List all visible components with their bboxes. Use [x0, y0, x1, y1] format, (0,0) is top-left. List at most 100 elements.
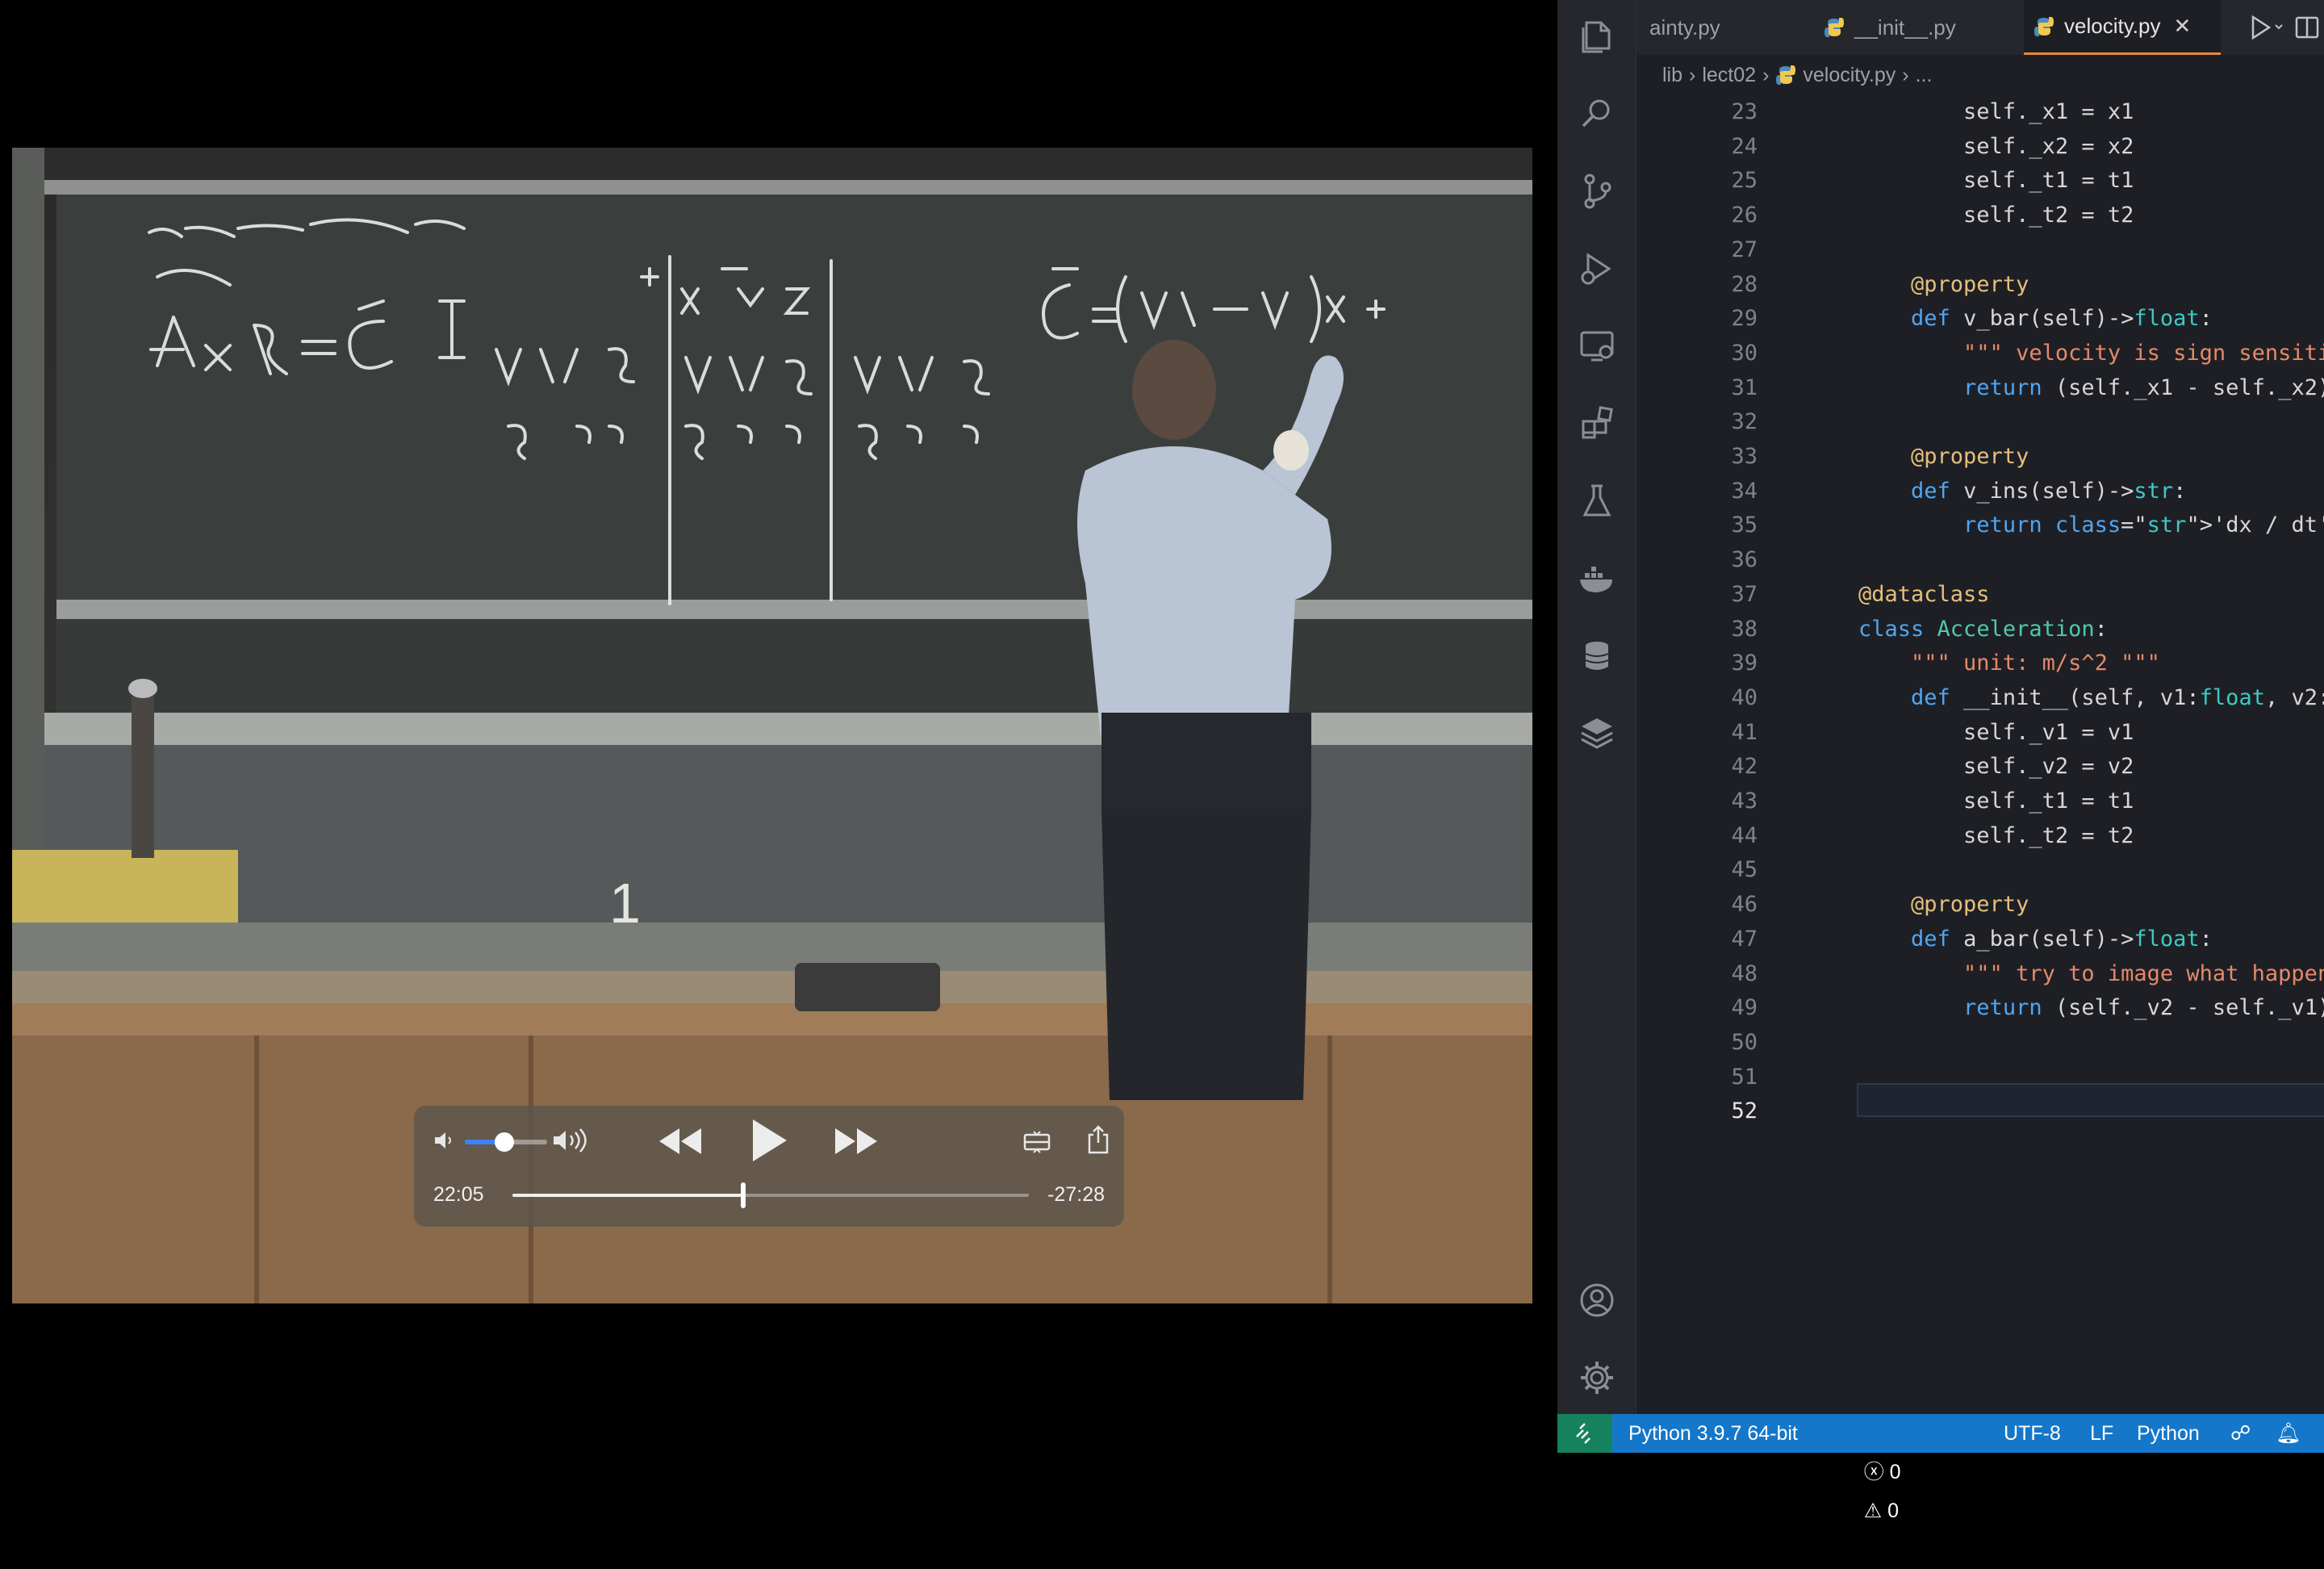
code-line[interactable]: 28 @property	[1636, 268, 2324, 302]
warning-icon: ⚠	[1863, 1500, 1883, 1522]
chevron-right-icon: ›	[1902, 63, 1909, 86]
code-line[interactable]: 42 self._v2 = v2	[1636, 750, 2324, 784]
line-code: """ unit: m/s^2 """	[1911, 651, 2160, 676]
code-line[interactable]: 48 """ try to image what happening! n	[1636, 957, 2324, 991]
player-controls[interactable]: 22:05 -27:28	[414, 1106, 1124, 1227]
code-line[interactable]: 52	[1636, 1094, 2324, 1128]
line-number: 31	[1731, 374, 1758, 400]
tab-label: __init__.py	[1854, 15, 1956, 40]
code-line[interactable]: 32	[1636, 405, 2324, 439]
line-number: 29	[1731, 306, 1758, 332]
code-line[interactable]: 30 """ velocity is sign sensitive; sp	[1636, 337, 2324, 370]
breadcrumb-lect02[interactable]: lect02	[1702, 64, 1756, 87]
python-interpreter[interactable]: Python 3.9.7 64-bit	[1628, 1414, 1798, 1453]
volume-slider[interactable]	[465, 1132, 547, 1152]
code-line[interactable]: 25 self._t1 = t1	[1636, 164, 2324, 198]
volume-mute-icon[interactable]	[432, 1128, 456, 1153]
feedback-icon[interactable]: ☍	[2230, 1414, 2251, 1453]
account-icon[interactable]	[1577, 1280, 1617, 1320]
code-line[interactable]: 33 @property	[1636, 440, 2324, 474]
rewind-icon[interactable]	[658, 1123, 703, 1159]
code-line[interactable]: 38 class Acceleration:	[1636, 613, 2324, 646]
code-line[interactable]: 26 self._t2 = t2	[1636, 199, 2324, 232]
line-number: 40	[1731, 684, 1758, 710]
line-number: 30	[1731, 340, 1758, 366]
code-line[interactable]: 39 """ unit: m/s^2 """	[1636, 646, 2324, 680]
error-count: 0	[1889, 1461, 1901, 1483]
code-line[interactable]: 29 def v_bar(self)->float:	[1636, 302, 2324, 336]
code-line[interactable]: 44 self._t2 = t2	[1636, 819, 2324, 853]
line-number: 37	[1731, 581, 1758, 607]
code-line[interactable]: 51	[1636, 1061, 2324, 1094]
run-file-icon[interactable]	[2250, 15, 2285, 44]
run-debug-icon[interactable]	[1577, 249, 1617, 289]
breadcrumb-lib[interactable]: lib	[1662, 64, 1682, 87]
search-icon[interactable]	[1577, 94, 1617, 134]
tab-label: ainty.py	[1649, 15, 1720, 40]
line-number: 27	[1731, 236, 1758, 262]
remote-explorer-icon[interactable]	[1577, 326, 1617, 366]
database-icon[interactable]	[1577, 636, 1617, 676]
code-line[interactable]: 34 def v_ins(self)->str:	[1636, 475, 2324, 508]
docker-icon[interactable]	[1577, 559, 1617, 599]
playhead[interactable]	[741, 1182, 746, 1208]
breadcrumb-file[interactable]: velocity.py	[1803, 64, 1896, 87]
code-line[interactable]: 36	[1636, 543, 2324, 577]
close-tab-icon[interactable]: ✕	[2173, 14, 2191, 39]
tab-uncertainty[interactable]: ainty.py	[1636, 0, 1779, 55]
volume-max-icon[interactable]	[551, 1127, 590, 1154]
code-line[interactable]: 46 @property	[1636, 888, 2324, 922]
explorer-icon[interactable]	[1577, 16, 1617, 56]
eol-indicator[interactable]: LF	[2090, 1414, 2113, 1453]
tab-velocity[interactable]: velocity.py ✕	[2024, 0, 2221, 55]
problems-indicator[interactable]: ⓧ 0 ⚠ 0	[1830, 1414, 1901, 1522]
line-number: 49	[1731, 995, 1758, 1021]
breadcrumb-symbol[interactable]: ...	[1916, 64, 1933, 87]
status-bar: Python 3.9.7 64-bit ⓧ 0 ⚠ 0 UTF-8 LF Pyt…	[1557, 1414, 2324, 1522]
language-mode[interactable]: Python	[2137, 1414, 2200, 1453]
code-line[interactable]: 35 return class="str">'dx / dt'	[1636, 508, 2324, 542]
picture-in-picture-icon[interactable]	[1023, 1130, 1051, 1154]
share-icon[interactable]	[1087, 1125, 1110, 1154]
line-code: @property	[1911, 271, 2029, 297]
editor-area[interactable]: ainty.py __init__.py velocity.py ✕ lib ›…	[1636, 0, 2324, 1414]
tab-label: velocity.py	[2064, 14, 2161, 38]
code-line[interactable]: 31 return (self._x1 - self._x2) / (se	[1636, 371, 2324, 405]
line-number: 39	[1731, 651, 1758, 676]
code-line[interactable]: 40 def __init__(self, v1:float, v2:float…	[1636, 681, 2324, 715]
code-line[interactable]: 24 self._x2 = x2	[1636, 130, 2324, 164]
tab-init[interactable]: __init__.py	[1824, 0, 1993, 55]
volume-knob[interactable]	[494, 1132, 514, 1152]
remote-indicator[interactable]	[1557, 1414, 1612, 1453]
activity-bar	[1557, 0, 1636, 1414]
testing-icon[interactable]	[1577, 481, 1617, 521]
time-elapsed: 22:05	[433, 1183, 484, 1206]
code-line[interactable]: 45	[1636, 853, 2324, 887]
board-number: 1	[609, 872, 641, 935]
line-number: 52	[1731, 1098, 1758, 1124]
code-line[interactable]: 50	[1636, 1026, 2324, 1060]
code-line[interactable]: 43 self._t1 = t1	[1636, 784, 2324, 818]
remote-icon	[1576, 1423, 1590, 1444]
extensions-icon[interactable]	[1577, 404, 1617, 444]
source-control-icon[interactable]	[1577, 171, 1617, 211]
layers-icon[interactable]	[1577, 713, 1617, 754]
fast-forward-icon[interactable]	[834, 1123, 879, 1159]
notifications-bell-icon[interactable]: 🔔︎	[2276, 1414, 2301, 1453]
playback-scrubber[interactable]	[512, 1182, 1029, 1208]
encoding-indicator[interactable]: UTF-8	[2004, 1414, 2061, 1453]
code-line[interactable]: 23 self._x1 = x1	[1636, 95, 2324, 129]
code-line[interactable]: 49 return (self._v2 - self._v1) / (se	[1636, 991, 2324, 1025]
code-line[interactable]: 47 def a_bar(self)->float:	[1636, 923, 2324, 956]
split-editor-icon[interactable]	[2294, 15, 2320, 44]
line-code: def v_ins(self)->str:	[1911, 478, 2187, 504]
line-number: 45	[1731, 857, 1758, 883]
settings-gear-icon[interactable]	[1577, 1358, 1617, 1398]
line-number: 44	[1731, 822, 1758, 848]
line-code: @dataclass	[1858, 581, 1990, 607]
code-line[interactable]: 27	[1636, 233, 2324, 267]
code-line[interactable]: 37 @dataclass	[1636, 578, 2324, 612]
code-line[interactable]: 41 self._v1 = v1	[1636, 716, 2324, 750]
video-player[interactable]: 1 22:05 -27:28	[0, 0, 1556, 1453]
play-icon[interactable]	[748, 1117, 788, 1164]
